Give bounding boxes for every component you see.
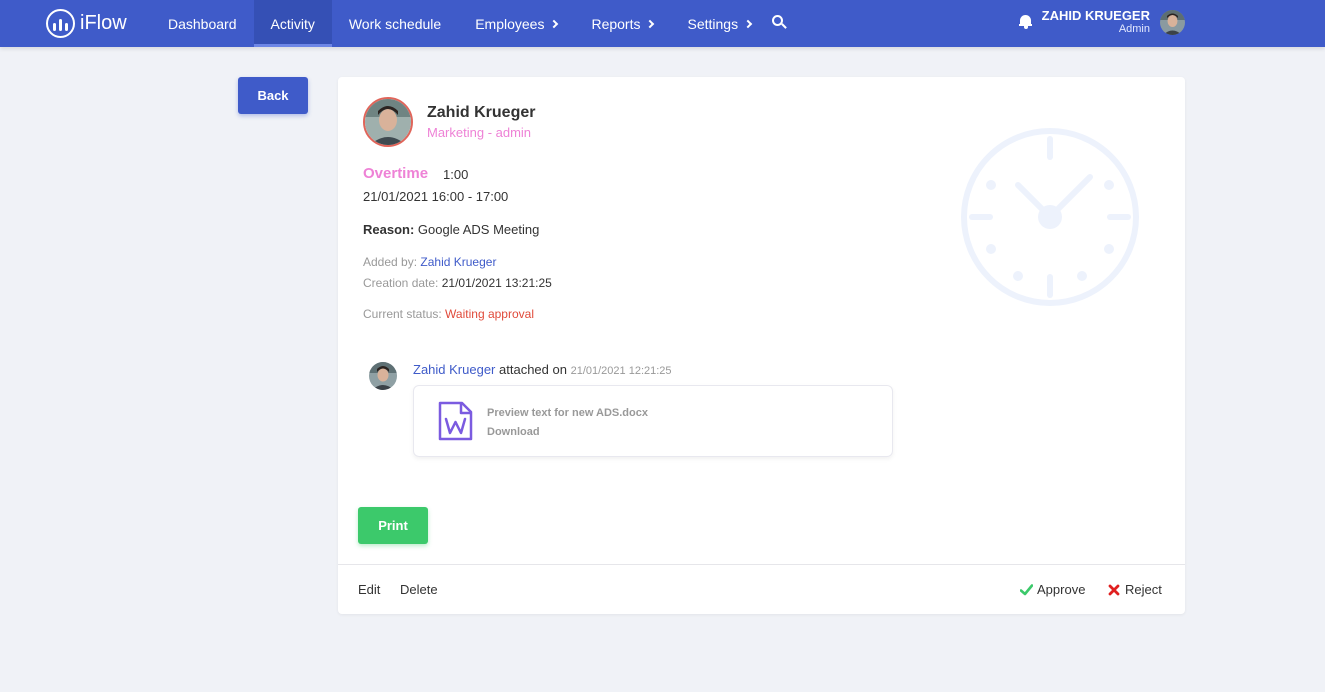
attachment-author-link[interactable]: Zahid Krueger (413, 362, 495, 377)
added-by-row: Added by: Zahid Krueger (363, 255, 496, 269)
reason-label: Reason: (363, 222, 415, 237)
chevron-right-icon (550, 19, 559, 28)
request-dates: 21/01/2021 16:00 - 17:00 (363, 189, 509, 204)
download-link[interactable]: Download (487, 426, 540, 438)
nav-item-settings-label: Settings (687, 15, 739, 32)
status-badge: Waiting approval (445, 307, 534, 321)
close-icon (1108, 584, 1120, 595)
attachment-author-avatar (369, 362, 397, 390)
search-icon[interactable] (772, 15, 787, 29)
chevron-right-icon (743, 19, 753, 28)
app-name: iFlow (80, 12, 127, 34)
request-reason: Reason: Google ADS Meeting (363, 222, 539, 237)
nav-item-activity[interactable]: Activity (253, 0, 332, 47)
top-navbar: iFlow Dashboard Activity Work schedule E… (0, 0, 1325, 47)
check-icon (1020, 583, 1033, 595)
main-nav: Dashboard Activity Work schedule Employe… (151, 0, 768, 47)
attachment-header: Zahid Krueger attached on 21/01/2021 12:… (413, 362, 672, 377)
user-name: ZAHID KRUEGER (1041, 8, 1150, 23)
added-by-label: Added by: (363, 255, 418, 269)
status-label: Current status: (363, 307, 442, 321)
chevron-right-icon (646, 19, 655, 28)
word-document-icon (438, 401, 473, 441)
creation-date-value: 21/01/2021 13:21:25 (441, 276, 552, 290)
attachment-date: 21/01/2021 12:21:25 (570, 365, 672, 377)
status-row: Current status: Waiting approval (363, 307, 534, 321)
employee-avatar (363, 97, 413, 147)
nav-item-reports-label: Reports (591, 15, 641, 32)
creation-date-row: Creation date: 21/01/2021 13:21:25 (363, 276, 552, 290)
file-name: Preview text for new ADS.docx (487, 407, 648, 419)
reject-label: Reject (1125, 582, 1162, 597)
edit-link[interactable]: Edit (358, 582, 380, 597)
user-role: Admin (1118, 23, 1150, 35)
logo-icon (46, 9, 75, 38)
avatar[interactable] (1160, 10, 1185, 35)
request-duration: 1:00 (443, 167, 469, 182)
added-by-link[interactable]: Zahid Krueger (420, 255, 496, 269)
approve-label: Approve (1037, 582, 1086, 597)
nav-item-dashboard[interactable]: Dashboard (151, 0, 254, 47)
reason-value: Google ADS Meeting (417, 222, 540, 237)
reject-button[interactable]: Reject (1108, 582, 1162, 597)
request-type: Overtime (363, 165, 429, 182)
employee-name: Zahid Krueger (427, 104, 536, 121)
nav-item-work-schedule[interactable]: Work schedule (332, 0, 458, 47)
activity-detail-card: Zahid Krueger Marketing - admin Overtime… (338, 77, 1185, 614)
creation-date-label: Creation date: (363, 276, 439, 290)
nav-item-settings[interactable]: Settings (670, 0, 768, 47)
nav-item-employees[interactable]: Employees (458, 0, 574, 47)
back-button[interactable]: Back (238, 77, 308, 114)
employee-department: Marketing - admin (427, 125, 532, 140)
delete-link[interactable]: Delete (400, 582, 438, 597)
card-footer: Edit Delete Approve Reject (338, 564, 1185, 614)
user-menu[interactable]: ZAHID KRUEGER Admin (1042, 8, 1150, 36)
approve-button[interactable]: Approve (1020, 582, 1085, 597)
nav-item-reports[interactable]: Reports (574, 0, 670, 47)
bell-icon[interactable] (1019, 14, 1032, 29)
app-logo[interactable]: iFlow (46, 9, 127, 38)
clock-icon (961, 128, 1139, 306)
attachment-file[interactable]: Preview text for new ADS.docx Download (413, 385, 893, 457)
nav-item-employees-label: Employees (475, 15, 545, 32)
print-button[interactable]: Print (358, 507, 428, 544)
attachment-action: attached on (499, 362, 567, 377)
